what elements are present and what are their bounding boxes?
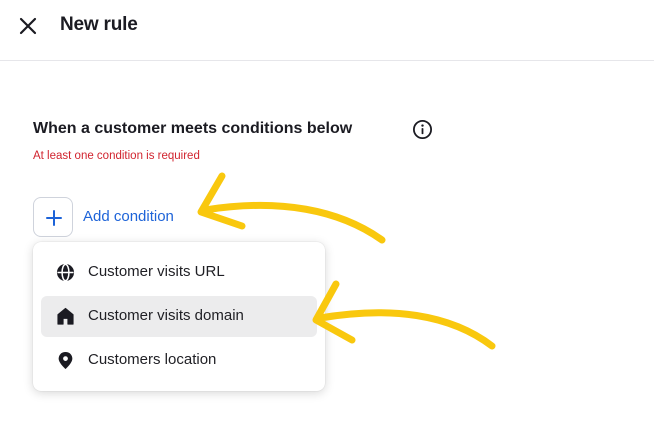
- menu-item-customers-location[interactable]: Customers location: [41, 340, 317, 381]
- arrow-to-visits-domain: [316, 309, 496, 350]
- condition-required-error: At least one condition is required: [33, 150, 200, 162]
- menu-item-customer-visits-url[interactable]: Customer visits URL: [41, 252, 317, 293]
- info-icon[interactable]: [412, 119, 433, 140]
- header: New rule: [0, 0, 654, 61]
- arrow-head-add-condition: [197, 172, 246, 230]
- location-pin-icon: [58, 351, 73, 370]
- menu-item-customer-visits-domain[interactable]: Customer visits domain: [41, 296, 317, 337]
- page-title: New rule: [60, 14, 138, 35]
- condition-menu: Customer visits URL Customer visits doma…: [33, 242, 325, 391]
- home-icon: [57, 307, 74, 325]
- menu-item-label: Customer visits URL: [88, 263, 225, 280]
- new-rule-page: New rule When a customer meets condition…: [0, 0, 654, 442]
- add-condition-link[interactable]: Add condition: [83, 208, 174, 225]
- menu-item-label: Customers location: [88, 351, 217, 368]
- close-icon[interactable]: [16, 14, 40, 38]
- menu-item-label: Customer visits domain: [88, 307, 244, 324]
- plus-icon: [46, 210, 62, 226]
- close-button[interactable]: [16, 14, 40, 38]
- arrow-to-add-condition: [201, 201, 386, 244]
- globe-icon: [56, 263, 75, 282]
- add-condition-button[interactable]: [33, 197, 73, 237]
- conditions-title: When a customer meets conditions below: [33, 120, 353, 137]
